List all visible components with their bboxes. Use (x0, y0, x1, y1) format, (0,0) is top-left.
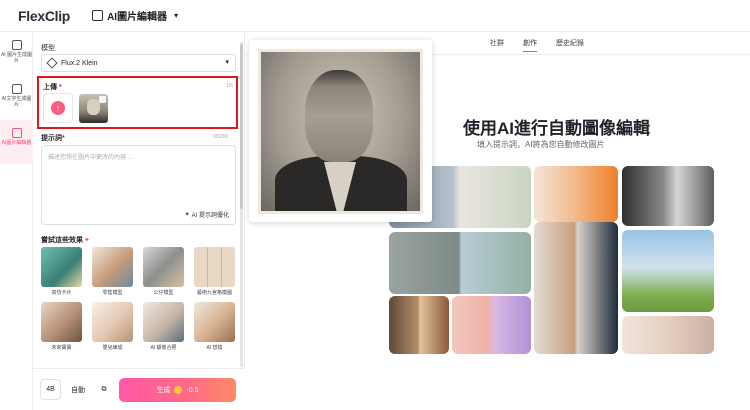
example-car-image (389, 232, 531, 294)
required-mark: * (62, 135, 65, 142)
effect-label: 零售模型 (102, 290, 123, 296)
effect-card[interactable]: AI 靜像合照 (143, 302, 184, 354)
model-select[interactable]: Flux.2 Klein ▾ (41, 54, 236, 72)
prompt-count: 0/5000 (213, 134, 229, 140)
uploaded-photo-preview (249, 40, 432, 222)
effect-card[interactable]: 公仔模型 (143, 247, 184, 299)
effect-label: AI 靜像合照 (150, 345, 177, 351)
generate-button[interactable]: 生成 -0.5 (119, 378, 236, 402)
example-bw-portrait-image (622, 166, 714, 226)
effect-thumbnail (143, 247, 184, 287)
photo-frame (258, 49, 423, 214)
example-tree-image (622, 230, 714, 312)
effect-card[interactable]: 藝術九宮格模圖 (194, 247, 235, 299)
sparkle-icon: ✦ (84, 237, 90, 244)
ai-optimize-label: AI 提示詞優化 (191, 213, 229, 219)
effects-header: 嘗試這些效果✦ (41, 235, 90, 245)
rail-item-label: AI文字生成圖片 (1, 96, 32, 108)
effect-thumbnail (194, 302, 235, 342)
example-shoe-image (452, 296, 531, 354)
effects-label: 嘗試這些效果 (41, 237, 83, 244)
effect-card[interactable]: 未來寶寶 (41, 302, 82, 354)
scrollbar-thumb[interactable] (240, 44, 243, 209)
rail-item-image-to-image[interactable]: AI 圖片生成圖片 (0, 32, 33, 76)
prompt-label: 提示詞 (41, 135, 62, 142)
upload-arrow-icon: ↑ (51, 101, 65, 115)
effect-label: 藝術九宮格模圖 (196, 290, 232, 296)
upload-button[interactable]: ↑ (43, 93, 73, 123)
model-icon (46, 57, 58, 69)
upload-label: 上傳 (43, 84, 57, 91)
aspect-icon[interactable]: ⧉ (95, 379, 113, 400)
left-rail: AI 圖片生成圖片 AI文字生成圖片 AI圖片編輯器 (0, 32, 33, 410)
rail-item-label: AI圖片編輯器 (1, 140, 32, 146)
effect-thumbnail (41, 302, 82, 342)
effect-card[interactable]: 高仿卡片 (41, 247, 82, 299)
required-mark: * (59, 84, 62, 91)
generate-cost: -0.5 (186, 386, 199, 394)
tab-community[interactable]: 社群 (490, 38, 504, 48)
effect-label: 高仿卡片 (51, 290, 72, 296)
generate-label: 生成 (156, 387, 171, 394)
rail-item-text-to-image[interactable]: AI文字生成圖片 (0, 76, 33, 120)
image-editor-icon (11, 128, 22, 138)
upload-title: 上傳 * (43, 82, 62, 92)
portrait-head (305, 70, 373, 162)
effect-card[interactable]: AI 替換 (194, 302, 235, 354)
upload-count: 1/5 (226, 83, 233, 89)
auto-chip[interactable]: 自動 (65, 379, 91, 400)
vintage-portrait (261, 52, 420, 211)
image-edit-icon (92, 10, 104, 21)
effect-thumbnail (92, 247, 133, 287)
example-cartoon-image (389, 296, 449, 354)
rail-item-label: AI 圖片生成圖片 (0, 52, 33, 64)
main-tabs: 社群 創作 歷史紀錄 (490, 32, 584, 54)
model-label: 模型 (41, 45, 55, 52)
upload-section: 上傳 * 1/5 ↑ (37, 76, 238, 129)
model-value: Flux.2 Klein (61, 59, 98, 67)
image-to-image-icon (11, 40, 22, 50)
effect-label: AI 替換 (206, 345, 223, 351)
effect-label: 公仔模型 (153, 290, 174, 296)
hero-title: 使用AI進行自動圖像編輯 (463, 119, 650, 138)
top-bar: FlexClip AI圖片編輯器 ▾ (0, 0, 750, 32)
credit-coin-icon (174, 386, 183, 394)
prompt-placeholder: 描述您想在圖片中更改的內容... (48, 155, 132, 161)
chevron-down-icon: ▾ (174, 11, 179, 20)
uploaded-thumbnail[interactable] (79, 94, 108, 123)
editor-switcher[interactable]: AI圖片編輯器 ▾ (92, 8, 178, 23)
effect-card[interactable]: 零售模型 (92, 247, 133, 299)
ai-optimize-button[interactable]: ✦ AI 提示詞優化 (185, 210, 229, 219)
example-fashion-image (534, 166, 618, 222)
flexclip-logo[interactable]: FlexClip (18, 8, 70, 24)
example-glasses-image (622, 316, 714, 354)
effect-thumbnail (92, 302, 133, 342)
effect-label: 未來寶寶 (51, 345, 72, 351)
effect-thumbnail (143, 302, 184, 342)
delete-icon[interactable] (99, 96, 106, 103)
prompt-input[interactable]: 描述您想在圖片中更改的內容... ✦ AI 提示詞優化 (41, 145, 236, 225)
bottom-action-bar: 4B 自動 ⧉ 生成 -0.5 (33, 368, 245, 410)
chevron-down-icon: ▾ (225, 59, 229, 66)
prompt-header: 提示詞* (41, 133, 65, 143)
example-man-image (534, 222, 618, 354)
logo-text: FlexClip (18, 7, 71, 24)
effect-thumbnail (41, 247, 82, 287)
wand-icon: ✦ (184, 212, 190, 218)
ratio-chip[interactable]: 4B (40, 379, 61, 400)
effect-thumbnail (194, 247, 235, 287)
effect-card[interactable]: 嬰兒練成 (92, 302, 133, 354)
tab-history[interactable]: 歷史紀錄 (556, 38, 584, 48)
panel-scrollbar[interactable] (240, 42, 243, 367)
effect-label: 嬰兒練成 (102, 345, 123, 351)
rail-item-image-editor[interactable]: AI圖片編輯器 (0, 120, 33, 164)
hero-subtitle: 填入提示詞，AI將為您自動修改圖片 (477, 140, 605, 149)
text-to-image-icon (11, 84, 22, 94)
editor-name: AI圖片編輯器 (107, 12, 168, 23)
tab-create[interactable]: 創作 (523, 38, 537, 52)
